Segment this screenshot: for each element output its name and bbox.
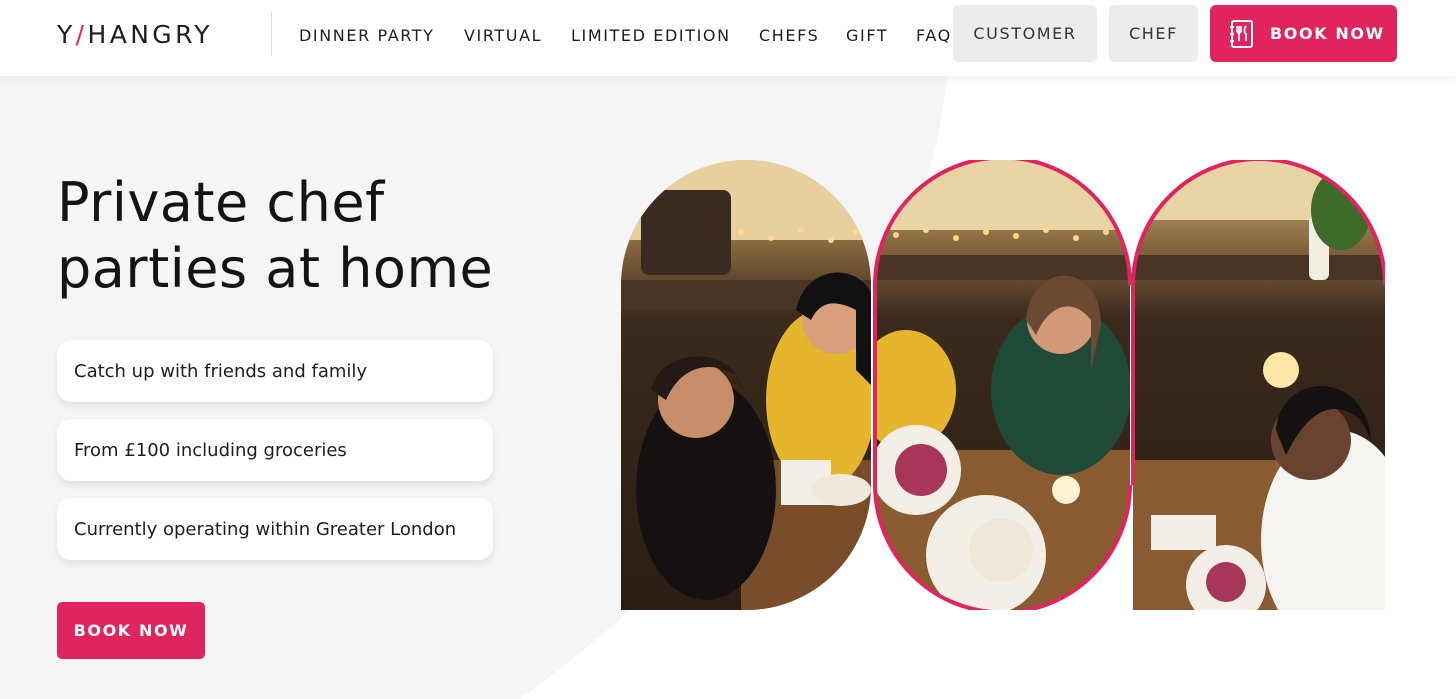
dinner-party-photo — [621, 160, 1385, 610]
chef-button[interactable]: CHEF — [1109, 5, 1198, 62]
header-book-now-button[interactable]: BOOK NOW — [1210, 5, 1397, 62]
nav-dinner-party[interactable]: DINNER PARTY — [299, 26, 435, 46]
hero-title-line-2: parties at home — [57, 237, 494, 300]
hero-title: Private chef parties at home — [57, 170, 577, 302]
feature-pill: Currently operating within Greater Londo… — [57, 498, 493, 560]
photo-panel-left — [621, 160, 871, 610]
customer-button[interactable]: CUSTOMER — [953, 5, 1097, 62]
nav-gift[interactable]: GIFT — [846, 26, 888, 46]
hero-title-line-1: Private chef — [57, 171, 385, 234]
photo-panel-right — [1133, 160, 1385, 610]
photo-panel-middle — [875, 160, 1130, 610]
nav-limited-edition[interactable]: LIMITED EDITION — [571, 26, 731, 46]
nav-virtual[interactable]: VIRTUAL — [464, 26, 542, 46]
yhangry-logo[interactable]: Y/HANGRY — [57, 19, 213, 51]
feature-pill: From £100 including groceries — [57, 419, 493, 481]
site-header: Y/HANGRY DINNER PARTY VIRTUAL LIMITED ED… — [0, 0, 1456, 76]
header-book-now-label: BOOK NOW — [1270, 24, 1385, 43]
menu-card-icon — [1229, 19, 1255, 49]
nav-faq[interactable]: FAQ — [916, 26, 952, 46]
logo-divider — [271, 12, 272, 56]
hero-book-now-button[interactable]: BOOK NOW — [57, 602, 205, 659]
nav-chefs[interactable]: CHEFS — [759, 26, 819, 46]
feature-pill: Catch up with friends and family — [57, 340, 493, 402]
